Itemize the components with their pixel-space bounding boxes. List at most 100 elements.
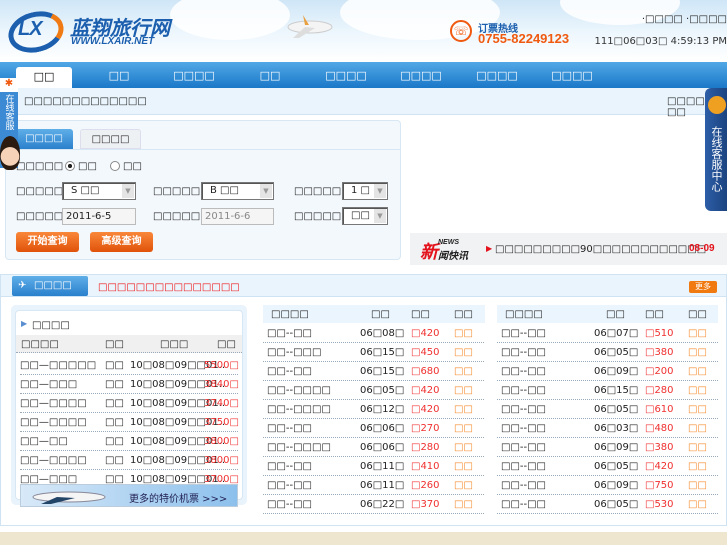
depart-date-input[interactable]: 2011-6-5 bbox=[62, 208, 136, 225]
table-row[interactable]: □□--□□ 06□03□ □480 □□ bbox=[497, 419, 718, 438]
table-cell: □□--□□ bbox=[501, 404, 547, 415]
nav-item[interactable]: □□□□ bbox=[400, 69, 442, 82]
class-select[interactable]: □□ ▼ bbox=[342, 207, 388, 225]
table-row[interactable]: □□--□□ 06□09□ □200 □□ bbox=[497, 362, 718, 381]
table-cell: □□ bbox=[688, 499, 707, 510]
nav-item[interactable]: □□□□ bbox=[476, 69, 518, 82]
table-cell: □□—□□□□ bbox=[20, 398, 87, 409]
to-city-select[interactable]: B □□ ▼ bbox=[201, 182, 274, 200]
radio-roundtrip[interactable] bbox=[110, 161, 120, 171]
table-row[interactable]: □□--□□ 06□09□ □750 □□ bbox=[497, 476, 718, 495]
depart-label: □□□□□ bbox=[16, 211, 64, 222]
table-cell: □□--□□ bbox=[267, 499, 313, 510]
nav-item[interactable]: □□ bbox=[260, 69, 281, 82]
table-row[interactable]: □□--□□ 06□15□ □680 □□ bbox=[263, 362, 484, 381]
table-row[interactable]: □□--□□□ 06□15□ □450 □□ bbox=[263, 343, 484, 362]
table-row[interactable]: □□--□□ 06□05□ □530 □□ bbox=[497, 495, 718, 514]
table-row[interactable]: □□—□□□□ □□ 10□08□09□□01.. 3750□ bbox=[20, 413, 239, 432]
nav-item-home[interactable]: □□ bbox=[16, 67, 72, 88]
table-row[interactable]: □□—□□□ □□ 10□08□09□□01.. 3840□ bbox=[20, 375, 239, 394]
table-row[interactable]: □□--□□ 06□05□ □610 □□ bbox=[497, 400, 718, 419]
table-row[interactable]: □□--□□ 06□09□ □380 □□ bbox=[497, 438, 718, 457]
table-row[interactable]: □□—□□□□ □□ 10□08□09□□01.. 3740□ bbox=[20, 394, 239, 413]
table-row[interactable]: □□--□□ 06□05□ □380 □□ bbox=[497, 343, 718, 362]
table-row[interactable]: □□--□□ 06□08□ □420 □□ bbox=[263, 324, 484, 343]
hotline-number: 0755-82249123 bbox=[478, 31, 570, 46]
table-cell: □□ bbox=[688, 328, 707, 339]
return-date-input[interactable]: 2011-6-6 bbox=[201, 208, 274, 225]
table-row[interactable]: □□--□□ 06□22□ □370 □□ bbox=[263, 495, 484, 514]
table-cell: 3840□ bbox=[204, 379, 239, 390]
chevron-down-icon: ▼ bbox=[374, 209, 386, 223]
radio-oneway[interactable] bbox=[65, 161, 75, 171]
table-row[interactable]: □□—□□□□ □□ 10□08□09□□01.. 3800□ bbox=[20, 451, 239, 470]
customer-service-float-right[interactable]: 在线客服中心 bbox=[705, 88, 727, 211]
table-cell: □□--□□ bbox=[501, 442, 547, 453]
from-label: □□□□□ bbox=[16, 186, 64, 197]
col-header: □□ bbox=[645, 309, 664, 320]
nav-item[interactable]: □□□□ bbox=[173, 69, 215, 82]
more-special-fares-banner[interactable]: 更多的特价机票 >>> bbox=[20, 484, 238, 507]
table-row[interactable]: □□--□□ 06□07□ □510 □□ bbox=[497, 324, 718, 343]
table-row[interactable]: □□--□□ 06□15□ □280 □□ bbox=[497, 381, 718, 400]
table-cell: □270 bbox=[411, 423, 440, 434]
advanced-search-button[interactable]: 高级查询 bbox=[90, 232, 153, 252]
table-row[interactable]: □□--□□ 06□11□ □260 □□ bbox=[263, 476, 484, 495]
table-cell: □□ bbox=[454, 404, 473, 415]
table-cell: 3750□ bbox=[204, 417, 239, 428]
from-city-select[interactable]: S □□ ▼ bbox=[62, 182, 136, 200]
chevron-down-icon: ▼ bbox=[122, 184, 134, 198]
nav-item[interactable]: □□□□ bbox=[551, 69, 593, 82]
bottom-banner[interactable] bbox=[0, 532, 727, 545]
table-row[interactable]: □□—□□□□□ □□ 10□08□09□□01.. 5500□ bbox=[20, 356, 239, 375]
table-cell: □420 bbox=[411, 404, 440, 415]
table-cell: □□--□□□□ bbox=[267, 442, 331, 453]
news-logo: 新 bbox=[420, 242, 438, 262]
airplane-icon: ✈ bbox=[18, 280, 27, 291]
table-row[interactable]: □□--□□ 06□11□ □410 □□ bbox=[263, 457, 484, 476]
table-row[interactable]: □□--□□□□ 06□06□ □280 □□ bbox=[263, 438, 484, 457]
table-row[interactable]: □□--□□ 06□06□ □270 □□ bbox=[263, 419, 484, 438]
table-cell: □530 bbox=[645, 499, 674, 510]
table-cell: 06□03□ bbox=[594, 423, 639, 434]
from-city-value: S □□ bbox=[71, 185, 100, 196]
agent-avatar[interactable] bbox=[0, 136, 20, 170]
class-value: □□ bbox=[351, 210, 370, 221]
notice-text: □□□□□□□□□□□□□ bbox=[24, 96, 147, 107]
tab-international[interactable]: □□□□ bbox=[80, 129, 141, 149]
table-row[interactable]: □□--□□ 06□05□ □420 □□ bbox=[497, 457, 718, 476]
table-cell: □410 bbox=[411, 461, 440, 472]
table-cell: □□ bbox=[688, 366, 707, 377]
nav-item[interactable]: □□ bbox=[109, 69, 130, 82]
passenger-select[interactable]: 1 □ ▼ bbox=[342, 182, 388, 200]
table-row[interactable]: □□--□□□□ 06□12□ □420 □□ bbox=[263, 400, 484, 419]
table-row[interactable]: □□--□□□□ 06□05□ □420 □□ bbox=[263, 381, 484, 400]
logo-mark[interactable]: LX bbox=[18, 18, 43, 41]
nav-item[interactable]: □□□□ bbox=[325, 69, 367, 82]
more-button[interactable]: 更多 bbox=[689, 281, 717, 293]
table-cell: 06□11□ bbox=[360, 480, 405, 491]
table-cell: □□—□□ bbox=[20, 436, 68, 447]
table-cell: □380 bbox=[645, 442, 674, 453]
table-cell: 06□11□ bbox=[360, 461, 405, 472]
tab-special-fares[interactable]: ✈ □□□□ bbox=[12, 276, 88, 296]
table-cell: □750 bbox=[645, 480, 674, 491]
col-header: □□ bbox=[105, 339, 124, 350]
news-headline[interactable]: □□□□□□□□□90□□□□□□□□□□□□ bbox=[495, 244, 706, 255]
tab-domestic[interactable]: □□□□ bbox=[15, 129, 73, 149]
top-links[interactable]: ·□□□□ ·□□□□ bbox=[642, 14, 727, 25]
table-cell: □□—□□□ bbox=[20, 379, 78, 390]
to-label: □□□□□ bbox=[153, 186, 201, 197]
table-cell: □□ bbox=[454, 385, 473, 396]
table-row[interactable]: □□—□□ □□ 10□08□09□□01.. 3800□ bbox=[20, 432, 239, 451]
table-cell: □□--□□□□ bbox=[267, 385, 331, 396]
table-cell: □□ bbox=[454, 442, 473, 453]
search-button[interactable]: 开始查询 bbox=[16, 232, 79, 252]
promo-text[interactable]: □□□□□□□□□□□□□□□ bbox=[98, 282, 240, 293]
col-header: □□ bbox=[606, 309, 625, 320]
col-header: □□□□ bbox=[505, 309, 543, 320]
table-cell: □510 bbox=[645, 328, 674, 339]
table-cell: □□—□□□□ bbox=[20, 455, 87, 466]
table-cell: □□ bbox=[688, 347, 707, 358]
table-cell: 06□15□ bbox=[360, 347, 405, 358]
